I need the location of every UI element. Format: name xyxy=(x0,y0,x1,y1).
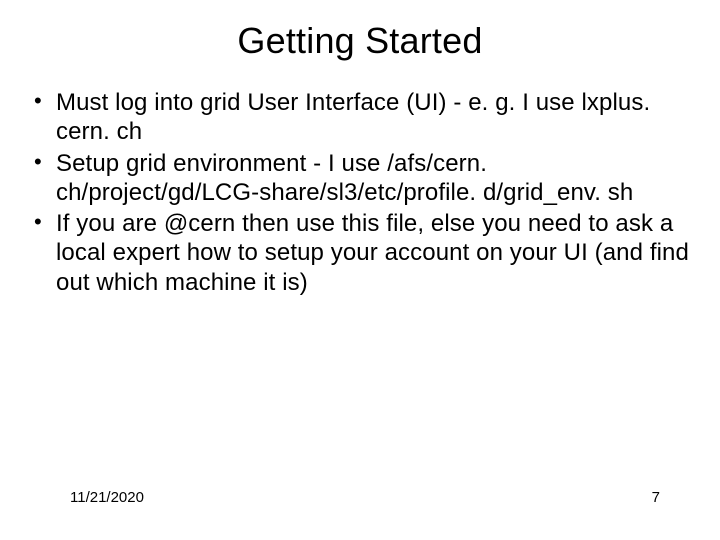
slide-footer: 11/21/2020 7 xyxy=(0,489,720,506)
list-item: Must log into grid User Interface (UI) -… xyxy=(32,88,692,147)
footer-page-number: 7 xyxy=(652,489,660,506)
bullet-list: Must log into grid User Interface (UI) -… xyxy=(28,88,692,297)
slide-title: Getting Started xyxy=(28,20,692,62)
list-item: If you are @cern then use this file, els… xyxy=(32,209,692,297)
footer-date: 11/21/2020 xyxy=(70,489,144,506)
list-item: Setup grid environment - I use /afs/cern… xyxy=(32,149,692,208)
slide: Getting Started Must log into grid User … xyxy=(0,0,720,540)
